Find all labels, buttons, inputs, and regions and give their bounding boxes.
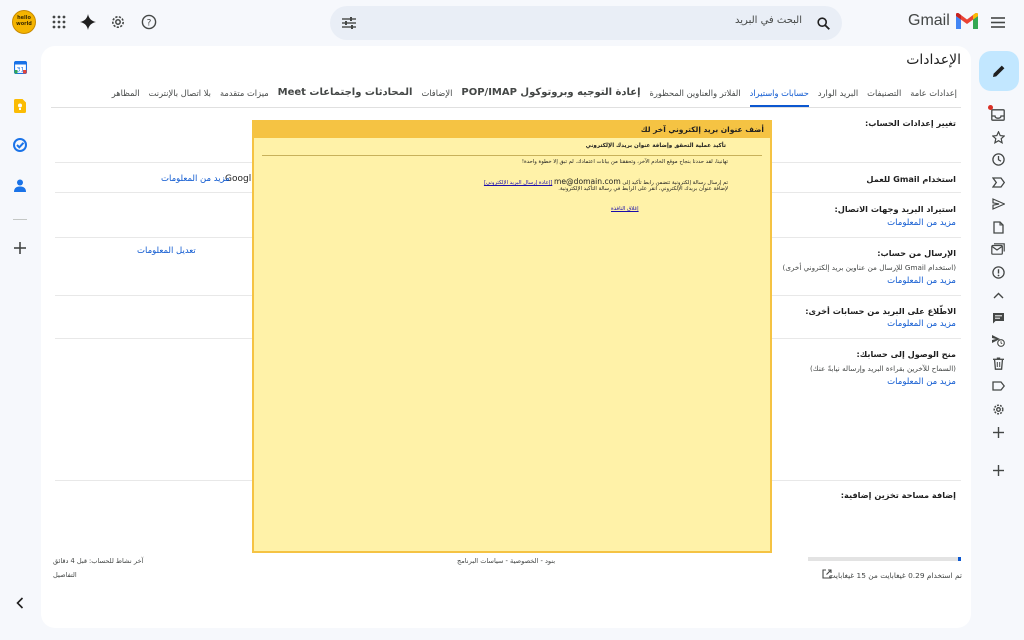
send-mail-as-description: (استخدام Gmail للإرسال من عناوين بريد إل… bbox=[782, 263, 956, 272]
less-chevron-icon[interactable] bbox=[988, 286, 1008, 304]
drafts-icon[interactable] bbox=[988, 218, 1008, 236]
page-title: الإعدادات bbox=[906, 52, 961, 68]
add-storage-label: إضافة مساحة تخزين إضافية: bbox=[840, 490, 956, 500]
main-menu-icon[interactable] bbox=[988, 12, 1008, 32]
calendar-icon[interactable]: 31 bbox=[11, 58, 29, 76]
tab-accounts-import[interactable]: حسابات واستيراد bbox=[749, 84, 809, 107]
edit-info-link[interactable]: تعديل المعلومات bbox=[137, 246, 196, 256]
activity-details-link[interactable]: التفاصيل bbox=[53, 571, 77, 579]
open-in-new-icon[interactable] bbox=[820, 567, 834, 581]
unread-dot bbox=[988, 105, 993, 110]
contacts-icon[interactable] bbox=[11, 176, 29, 194]
gmail-for-work-label: استخدام Gmail للعمل bbox=[866, 174, 956, 184]
send-mail-as-label: الإرسال من حساب: bbox=[877, 248, 956, 258]
import-mail-contacts-label: استيراد البريد وجهات الاتصال: bbox=[834, 204, 956, 214]
send-as-learn-more-link[interactable]: مزيد من المعلومات bbox=[887, 276, 956, 286]
help-icon[interactable]: ? bbox=[139, 12, 159, 32]
spam-icon[interactable] bbox=[988, 263, 1008, 281]
collapse-side-panel-icon[interactable] bbox=[11, 594, 29, 612]
manage-labels-gear-icon[interactable] bbox=[988, 400, 1008, 418]
last-activity-text: آخر نشاط للحساب: قبل 4 دقائق bbox=[53, 557, 144, 565]
tab-forwarding-pop-imap[interactable]: إعادة التوجيه وبروتوكول POP/IMAP bbox=[461, 84, 640, 107]
search-bar[interactable]: البحث في البريد bbox=[330, 6, 842, 40]
svg-text:?: ? bbox=[147, 19, 152, 29]
tab-themes[interactable]: المظاهر bbox=[112, 84, 140, 107]
check-mail-other-accounts-label: الاطّلاع على البريد من حسابات أخرى: bbox=[805, 306, 956, 316]
all-mail-icon[interactable] bbox=[988, 240, 1008, 258]
gmail-wordmark: Gmail bbox=[908, 12, 950, 29]
add-label-icon[interactable] bbox=[988, 461, 1008, 479]
grant-access-label: منح الوصول إلى حسابك: bbox=[856, 349, 956, 359]
tab-labels[interactable]: التصنيفات bbox=[867, 84, 901, 107]
starred-icon[interactable] bbox=[988, 128, 1008, 146]
categories-label-icon[interactable] bbox=[988, 377, 1008, 395]
tab-general[interactable]: إعدادات عامة bbox=[910, 84, 957, 107]
trash-icon[interactable] bbox=[988, 354, 1008, 372]
add-email-dialog: أضف عنوان بريد إلكتروني آخر لك تأكيد عمل… bbox=[252, 120, 772, 553]
keep-icon[interactable] bbox=[11, 97, 29, 115]
sent-icon[interactable] bbox=[988, 195, 1008, 213]
settings-gear-icon[interactable] bbox=[108, 12, 128, 32]
scheduled-icon[interactable] bbox=[988, 331, 1008, 349]
change-account-settings-label: تغيير إعدادات الحساب: bbox=[864, 118, 956, 128]
avatar[interactable]: hello world bbox=[12, 10, 36, 34]
grant-access-learn-more-link[interactable]: مزيد من المعلومات bbox=[887, 377, 956, 387]
footer-links[interactable]: بنود - الخصوصية - سياسات البرنامج bbox=[457, 557, 555, 565]
tab-filters-blocked[interactable]: الفلاتر والعناوين المحظورة bbox=[650, 84, 741, 107]
search-input[interactable]: البحث في البريد bbox=[735, 15, 802, 26]
close-window-link[interactable]: إغلاق النافذة bbox=[611, 206, 639, 212]
dialog-divider bbox=[262, 155, 762, 156]
get-addons-icon[interactable] bbox=[11, 239, 29, 257]
dialog-subtitle: تأكيد عملية التحقق وإضافة عنوان بريدك ال… bbox=[585, 143, 726, 149]
storage-usage-bar bbox=[808, 557, 961, 561]
dialog-header: أضف عنوان بريد إلكتروني آخر لك bbox=[254, 122, 770, 138]
create-label-icon[interactable] bbox=[988, 423, 1008, 441]
apps-grid-icon[interactable] bbox=[49, 12, 69, 32]
settings-tabs: إعدادات عامة التصنيفات البريد الوارد حسا… bbox=[112, 84, 957, 107]
dialog-instruction-text: لإضافة عنوان بريدك الإلكتروني، انقر على … bbox=[558, 186, 728, 192]
tab-inbox[interactable]: البريد الوارد bbox=[818, 84, 858, 107]
import-learn-more-link[interactable]: مزيد من المعلومات bbox=[887, 218, 956, 228]
dialog-email-address: me@domain.com bbox=[553, 177, 621, 186]
side-panel-divider bbox=[13, 219, 27, 220]
gmail-for-work-learn-more-link[interactable]: مزيد من المعلومات bbox=[161, 174, 230, 184]
check-mail-learn-more-link[interactable]: مزيد من المعلومات bbox=[887, 319, 956, 329]
tabs-divider bbox=[51, 107, 961, 108]
tab-advanced[interactable]: ميزات متقدمة bbox=[220, 84, 269, 107]
inbox-icon[interactable] bbox=[988, 105, 1008, 124]
gemini-sparkle-icon[interactable] bbox=[78, 12, 98, 32]
tab-chat-meet[interactable]: المحادثات واجتماعات Meet bbox=[278, 84, 413, 107]
important-icon[interactable] bbox=[988, 173, 1008, 191]
dialog-congrats-text: تهانينا، لقد حددنا بنجاح موقع الخادم الآ… bbox=[521, 159, 728, 165]
tab-addons[interactable]: الإضافات bbox=[421, 84, 452, 107]
storage-usage-text: تم استخدام 0.29 غيغابايت من 15 غيغابايت bbox=[828, 571, 962, 580]
tab-offline[interactable]: بلا اتصال بالإنترنت bbox=[149, 84, 211, 107]
gmail-logo-icon[interactable] bbox=[956, 13, 978, 29]
search-icon[interactable] bbox=[814, 14, 832, 32]
storage-usage-fill bbox=[957, 557, 961, 561]
compose-button[interactable] bbox=[979, 51, 1019, 91]
dialog-sent-line: تم إرسال رسالة إلكترونية تتضمن رابط تأكي… bbox=[484, 177, 728, 186]
snoozed-icon[interactable] bbox=[988, 150, 1008, 168]
search-options-icon[interactable] bbox=[340, 14, 358, 32]
dialog-title: أضف عنوان بريد إلكتروني آخر لك bbox=[640, 125, 764, 134]
tasks-icon[interactable] bbox=[11, 136, 29, 154]
grant-access-description: (السماح للآخرين بقراءة البريد وإرساله ني… bbox=[809, 364, 956, 373]
svg-text:31: 31 bbox=[16, 66, 24, 73]
chats-icon[interactable] bbox=[988, 309, 1008, 327]
resend-email-link[interactable]: [إعادة إرسال البريد الإلكتروني] bbox=[484, 180, 552, 186]
